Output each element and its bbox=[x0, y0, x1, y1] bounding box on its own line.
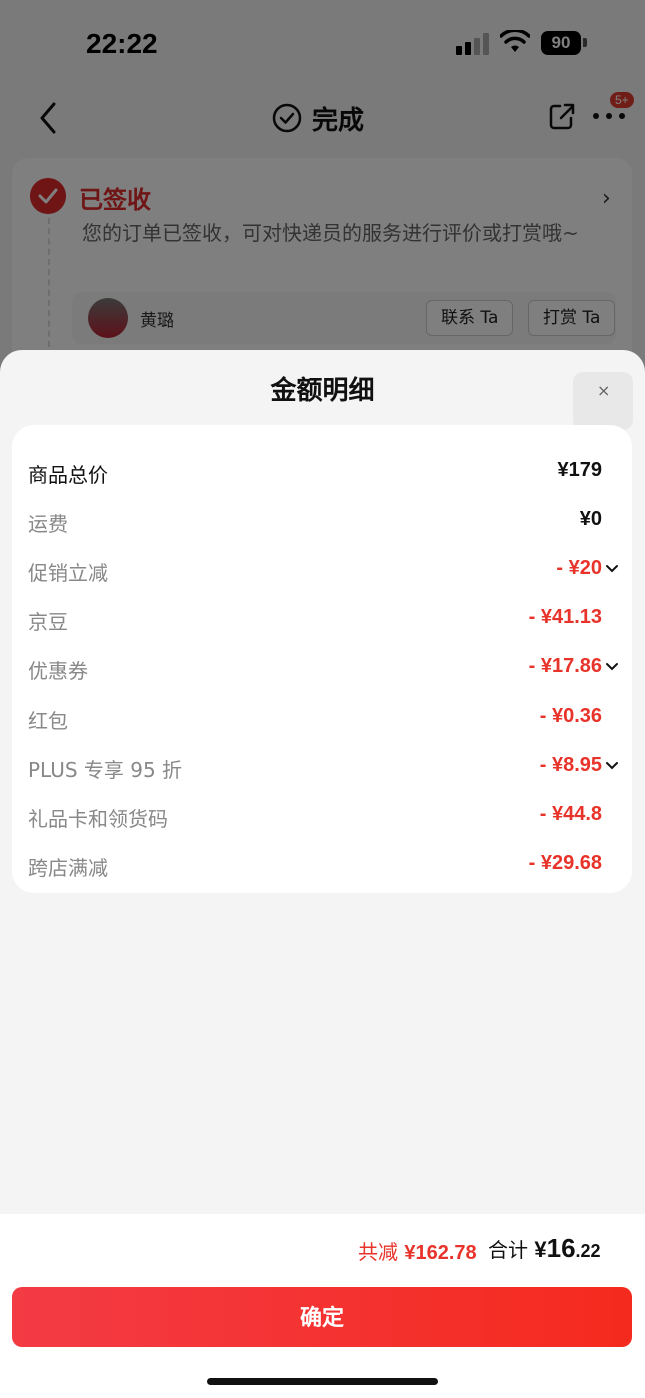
total-currency: ¥ bbox=[534, 1237, 547, 1262]
row-label: 礼品卡和领货码 bbox=[28, 807, 168, 831]
row-label: 跨店满减 bbox=[28, 856, 108, 880]
row-value: - ¥44.8 bbox=[539, 803, 602, 825]
detail-row-expandable[interactable]: PLUS 专享 95 折 - ¥8.95 bbox=[12, 744, 632, 793]
row-value: - ¥8.95 bbox=[539, 754, 602, 776]
row-value: ¥179 bbox=[557, 459, 603, 481]
row-label: 红包 bbox=[28, 709, 68, 733]
confirm-area: 确定 bbox=[0, 1280, 645, 1398]
confirm-button[interactable]: 确定 bbox=[12, 1287, 632, 1347]
detail-row: 商品总价 ¥179 bbox=[12, 449, 632, 498]
row-value: - ¥20 bbox=[556, 557, 602, 579]
total-decimal: .22 bbox=[575, 1241, 601, 1261]
detail-row: 京豆 - ¥41.13 bbox=[12, 596, 632, 645]
row-label: 商品总价 bbox=[28, 463, 108, 487]
row-value: ¥0 bbox=[579, 508, 602, 530]
detail-row-expandable[interactable]: 优惠券 - ¥17.86 bbox=[12, 645, 632, 694]
detail-row: 红包 - ¥0.36 bbox=[12, 695, 632, 744]
amount-detail-sheet: 金额明细 × 商品总价 ¥179 运费 ¥0 促销立减 - ¥20 京豆 - ¥… bbox=[0, 350, 645, 1398]
total-label: 合计 bbox=[488, 1238, 528, 1262]
row-value: - ¥0.36 bbox=[539, 705, 602, 727]
total-reduction-value: ¥162.78 bbox=[404, 1242, 477, 1264]
chevron-down-icon[interactable] bbox=[605, 564, 619, 574]
row-value: - ¥17.86 bbox=[528, 655, 602, 677]
chevron-down-icon[interactable] bbox=[605, 662, 619, 672]
total-amount: 合计 ¥16.22 bbox=[488, 1233, 601, 1264]
total-integer: 16 bbox=[546, 1233, 576, 1263]
row-value: - ¥41.13 bbox=[528, 606, 602, 628]
sheet-title: 金额明细 bbox=[270, 376, 375, 406]
row-label: 促销立减 bbox=[28, 561, 108, 585]
total-summary-bar: 共减 ¥162.78 合计 ¥16.22 bbox=[0, 1214, 645, 1280]
total-reduction: 共减 ¥162.78 bbox=[358, 1236, 477, 1265]
close-button[interactable]: × bbox=[573, 372, 633, 430]
chevron-down-icon[interactable] bbox=[605, 761, 619, 771]
detail-row-expandable[interactable]: 促销立减 - ¥20 bbox=[12, 547, 632, 596]
home-indicator bbox=[207, 1378, 438, 1385]
row-label: 优惠券 bbox=[28, 659, 88, 683]
row-value: - ¥29.68 bbox=[528, 852, 602, 874]
detail-row: 跨店满减 - ¥29.68 bbox=[12, 842, 632, 891]
detail-row: 运费 ¥0 bbox=[12, 498, 632, 547]
row-label: 京豆 bbox=[28, 610, 68, 634]
total-reduction-label: 共减 bbox=[358, 1240, 398, 1264]
row-label: 运费 bbox=[28, 512, 68, 536]
row-label: PLUS 专享 95 折 bbox=[28, 758, 183, 782]
close-icon: × bbox=[597, 381, 611, 400]
detail-row: 礼品卡和领货码 - ¥44.8 bbox=[12, 793, 632, 842]
amount-detail-card: 商品总价 ¥179 运费 ¥0 促销立减 - ¥20 京豆 - ¥41.13 优… bbox=[12, 425, 632, 893]
